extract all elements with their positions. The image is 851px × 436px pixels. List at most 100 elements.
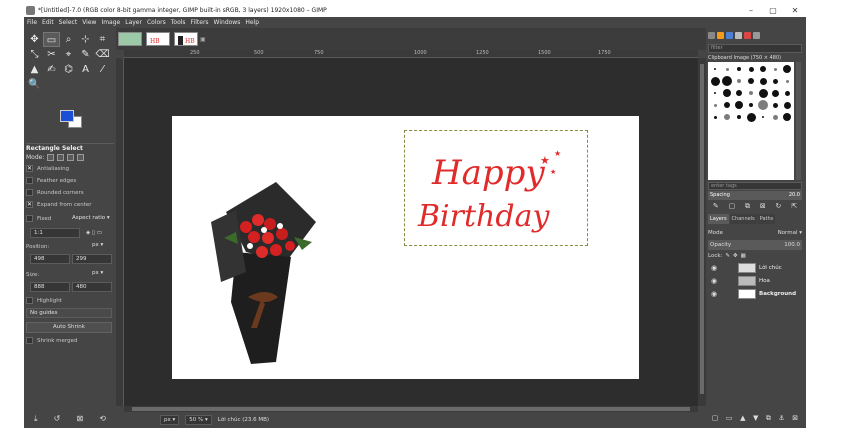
- brush-preview[interactable]: [757, 111, 769, 123]
- brush-preview[interactable]: [709, 111, 721, 123]
- brush-preview[interactable]: [781, 75, 793, 87]
- layer-item[interactable]: ◉ Background: [708, 288, 802, 300]
- brush-preview[interactable]: [709, 63, 721, 75]
- crop-tool-icon[interactable]: ⌗: [94, 32, 111, 47]
- scroll-thumb[interactable]: [700, 64, 704, 394]
- maximize-button[interactable]: ▢: [762, 6, 784, 15]
- menu-edit[interactable]: Edit: [42, 19, 54, 26]
- lock-position-icon[interactable]: ✥: [733, 253, 738, 259]
- close-tab-icon[interactable]: ▣: [200, 36, 206, 43]
- transform-tool-icon[interactable]: ⤡: [26, 47, 43, 62]
- menu-windows[interactable]: Windows: [214, 19, 241, 26]
- menu-help[interactable]: Help: [245, 19, 259, 26]
- position-y-field[interactable]: 299: [72, 254, 112, 264]
- image-tab-thumbnail-active[interactable]: HB: [174, 32, 198, 46]
- lasso-tool-icon[interactable]: ⌕: [60, 32, 77, 47]
- menu-colors[interactable]: Colors: [147, 19, 166, 26]
- brush-preview[interactable]: [709, 99, 721, 111]
- duplicate-layer-icon[interactable]: ⧉: [766, 414, 771, 423]
- bucket-fill-tool-icon[interactable]: ▲: [26, 62, 43, 77]
- brush-preview[interactable]: [781, 111, 793, 123]
- brush-preview[interactable]: [769, 111, 781, 123]
- image-tab-thumbnail[interactable]: [118, 32, 142, 46]
- brush-preview[interactable]: [769, 99, 781, 111]
- lock-pixels-icon[interactable]: ✎: [725, 253, 730, 259]
- brush-preview[interactable]: [721, 75, 733, 87]
- mode-replace-icon[interactable]: [47, 154, 55, 161]
- brush-preview[interactable]: [781, 99, 793, 111]
- font-icon[interactable]: [735, 32, 742, 39]
- unit-dropdown[interactable]: px ▾: [160, 415, 180, 425]
- reset-options-icon[interactable]: ⟲: [99, 414, 106, 424]
- size-unit-dropdown[interactable]: px ▾: [92, 268, 103, 278]
- refresh-brushes-icon[interactable]: ↻: [776, 202, 782, 211]
- new-brush-icon[interactable]: ▢: [729, 202, 736, 211]
- fixed-option[interactable]: Fixed: [26, 214, 51, 223]
- shrink-merged-option[interactable]: Shrink merged: [26, 336, 77, 345]
- brush-preview[interactable]: [745, 87, 757, 99]
- mode-add-icon[interactable]: [57, 154, 65, 161]
- history-icon[interactable]: [753, 32, 760, 39]
- minimize-button[interactable]: –: [740, 6, 762, 15]
- warp-tool-icon[interactable]: ⌖: [60, 47, 77, 62]
- pattern-icon[interactable]: [717, 32, 724, 39]
- brush-preview[interactable]: [781, 87, 793, 99]
- clone-tool-icon[interactable]: ✍: [43, 62, 60, 77]
- brush-preview[interactable]: [745, 99, 757, 111]
- brush-preview[interactable]: [721, 87, 733, 99]
- color-picker-tool-icon[interactable]: ⁄: [94, 62, 111, 77]
- menu-view[interactable]: View: [82, 19, 96, 26]
- menu-file[interactable]: File: [27, 19, 37, 26]
- mode-subtract-icon[interactable]: [67, 154, 75, 161]
- raise-layer-icon[interactable]: ▲: [740, 414, 745, 423]
- edit-brush-icon[interactable]: ✎: [713, 202, 719, 211]
- scissors-tool-icon[interactable]: ✂: [43, 47, 60, 62]
- rect-select-tool-icon[interactable]: ▭: [43, 32, 60, 47]
- anchor-layer-icon[interactable]: ⚓: [778, 414, 784, 423]
- brush-preview[interactable]: [721, 99, 733, 111]
- auto-shrink-button[interactable]: Auto Shrink: [26, 322, 112, 333]
- menu-image[interactable]: Image: [101, 19, 120, 26]
- image-tab-thumbnail[interactable]: HB: [146, 32, 170, 46]
- brush-preview[interactable]: [757, 99, 769, 111]
- color-swatches[interactable]: [58, 108, 88, 130]
- brush-preview[interactable]: [733, 99, 745, 111]
- tool-options-tabs[interactable]: [26, 134, 114, 144]
- brush-preview[interactable]: [733, 87, 745, 99]
- brush-preview[interactable]: [721, 111, 733, 123]
- brush-preview[interactable]: [757, 87, 769, 99]
- visibility-eye-icon[interactable]: ◉: [708, 290, 720, 298]
- zoom-dropdown[interactable]: 50 % ▾: [185, 415, 212, 425]
- zoom-tool-icon[interactable]: 🔍: [26, 77, 43, 92]
- duplicate-brush-icon[interactable]: ⧉: [745, 202, 750, 211]
- expand-from-center-option[interactable]: ✕ Expand from center: [26, 200, 92, 209]
- position-x-field[interactable]: 498: [30, 254, 70, 264]
- antialiasing-checkbox[interactable]: ✕: [26, 165, 33, 172]
- opacity-slider[interactable]: Opacity 100.0: [708, 240, 802, 250]
- brush-preview[interactable]: [757, 75, 769, 87]
- brush-preview[interactable]: [733, 63, 745, 75]
- brush-filter-input[interactable]: filter: [708, 44, 802, 53]
- lower-layer-icon[interactable]: ▼: [753, 414, 758, 423]
- feather-edges-checkbox[interactable]: [26, 177, 33, 184]
- ratio-field[interactable]: 1:1: [30, 228, 80, 238]
- visibility-eye-icon[interactable]: ◉: [708, 264, 720, 272]
- brush-preview[interactable]: [745, 75, 757, 87]
- fuzzy-select-tool-icon[interactable]: ⊹: [77, 32, 94, 47]
- restore-preset-icon[interactable]: ↺: [54, 414, 61, 424]
- paintbrush-tool-icon[interactable]: ✎: [77, 47, 94, 62]
- tab-layers[interactable]: Layers: [708, 214, 729, 224]
- brush-preview[interactable]: [757, 63, 769, 75]
- open-as-image-icon[interactable]: ⇱: [791, 202, 797, 211]
- shrink-merged-checkbox[interactable]: [26, 337, 33, 344]
- delete-preset-icon[interactable]: ⊠: [76, 414, 83, 424]
- layer-item[interactable]: ◉ Hoa: [708, 275, 802, 287]
- fixed-checkbox[interactable]: [26, 215, 33, 222]
- foreground-color-swatch[interactable]: [60, 110, 74, 122]
- guides-dropdown[interactable]: No guides: [26, 308, 112, 318]
- horizontal-ruler[interactable]: 250 500 750 1000 1250 1500 1750: [124, 50, 698, 58]
- brush-preview[interactable]: [733, 75, 745, 87]
- close-button[interactable]: ✕: [784, 6, 806, 15]
- brush-preview[interactable]: [745, 63, 757, 75]
- save-preset-icon[interactable]: ⤓: [34, 414, 38, 424]
